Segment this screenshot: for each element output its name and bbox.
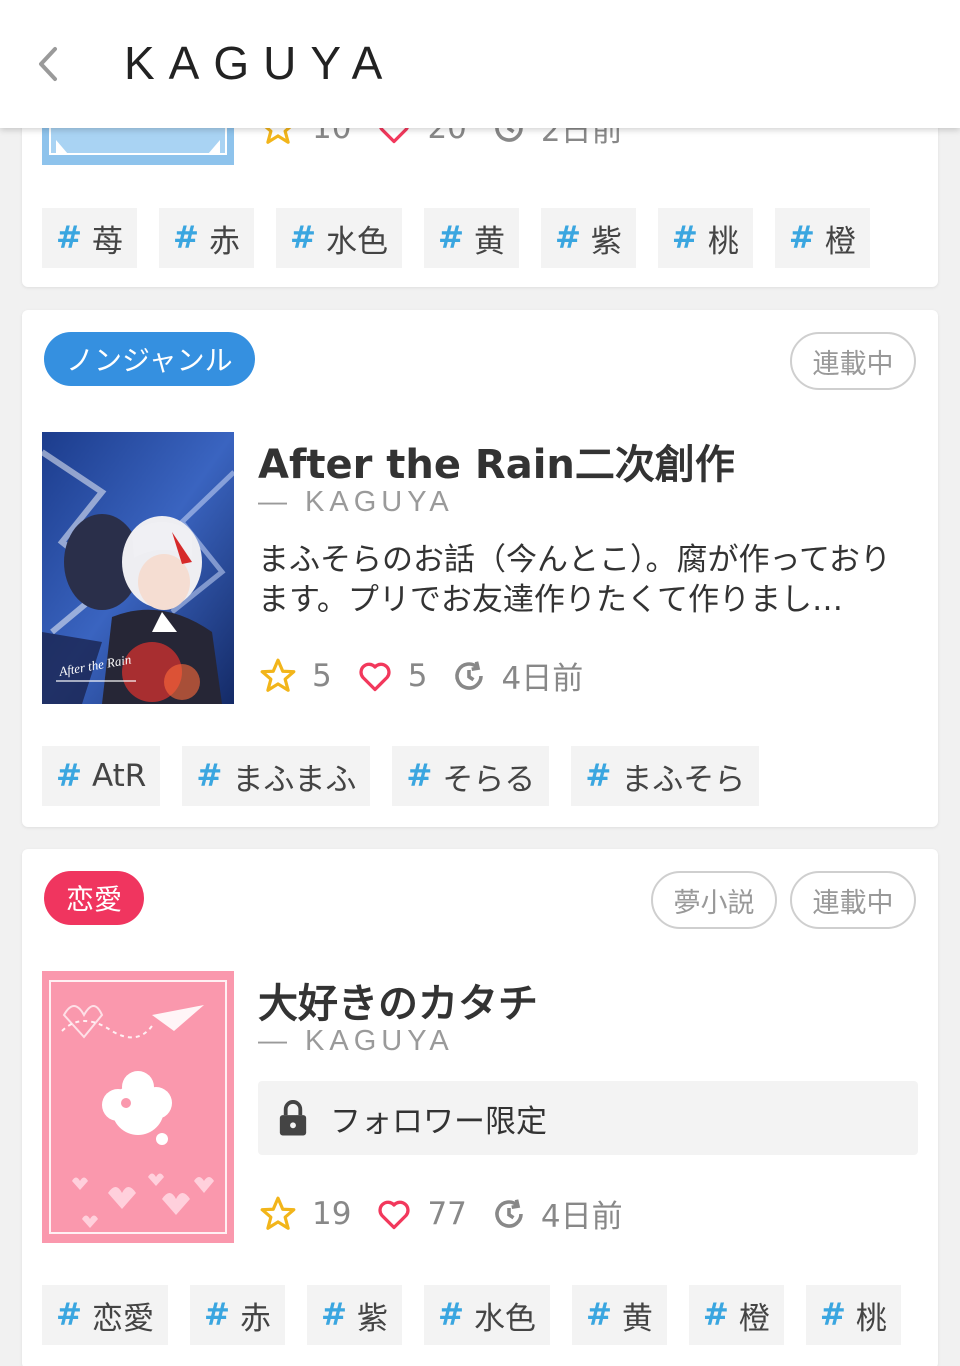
tag[interactable]: # 黄 [571,1285,667,1345]
tag-list: # 苺 # 赤 # 水色 # 黄 # 紫 # 桃 # 橙 [42,208,892,268]
tag[interactable]: # 苺 [42,208,137,268]
tag-list: # 恋愛 # 赤 # 紫 # 水色 # 黄 # 橙 # 桃 [42,1285,923,1345]
updated-time: 4日前 [540,1199,623,1235]
tag[interactable]: # 水色 [423,1285,550,1345]
chevron-left-icon [39,47,57,81]
heart-icon [378,1200,410,1229]
tag[interactable]: # AtR [42,746,161,806]
cover-image: After the Rain [42,432,234,704]
tag[interactable]: # 桃 [805,1285,901,1345]
work-stats: 5 5 4日前 [258,653,607,698]
back-button[interactable] [26,38,70,90]
genre-badge[interactable]: 恋愛 [44,871,145,925]
status-badge: 連載中 [790,871,916,929]
history-icon [455,660,484,690]
tag[interactable]: # 紫 [540,208,636,268]
lock-icon [279,1100,307,1136]
status-badge: 連載中 [790,332,916,390]
work-card[interactable]: 恋愛 夢小説 連載中 大好きのカタチ — KAGUYA フォロワー限定 19 7… [22,849,938,1366]
genre-badge[interactable]: ノンジャンル [44,332,255,386]
tag[interactable]: # 黄 [423,208,519,268]
category-badge: 夢小説 [651,871,777,929]
work-title[interactable]: 大好きのカタチ [258,971,538,1029]
heart-icon [359,662,391,691]
work-author[interactable]: — KAGUYA [258,486,454,519]
work-title[interactable]: After the Rain二次創作 [258,432,735,490]
tag[interactable]: # 恋愛 [42,1285,168,1345]
heart-count: 77 [427,1195,467,1232]
tag-list: # AtR # まふまふ # そらる # まふそら [42,746,781,806]
work-stats: 19 77 4日前 [258,1191,647,1236]
tag[interactable]: # 桃 [657,208,753,268]
tag[interactable]: # 橙 [774,208,870,268]
tag[interactable]: # 橙 [688,1285,784,1345]
tag[interactable]: # まふそら [571,746,760,806]
heart-count: 5 [407,657,428,694]
followers-only-notice: フォロワー限定 [258,1081,918,1155]
followers-only-label: フォロワー限定 [330,1103,547,1140]
header-title: KAGUYA [124,37,397,89]
tag[interactable]: # 赤 [189,1285,285,1345]
star-icon [260,1196,296,1230]
work-description: まふそらのお話（今んとこ）。腐が作っております。プリでお友達作りたくて作りまし… [258,542,892,618]
work-card[interactable]: ノンジャンル 連載中 After the Rain After the Rain… [22,310,938,827]
tag[interactable]: # そらる [392,746,550,806]
work-author[interactable]: — KAGUYA [258,1025,454,1058]
history-icon [495,1198,523,1228]
cover-image [42,971,234,1243]
tag[interactable]: # 赤 [158,208,254,268]
app-header: KAGUYA [0,0,960,128]
tag[interactable]: # 紫 [306,1285,402,1345]
tag[interactable]: # 水色 [275,208,402,268]
star-count: 5 [312,657,332,694]
updated-time: 4日前 [501,661,584,697]
star-count: 19 [312,1195,352,1232]
star-icon [260,658,296,692]
tag[interactable]: # まふまふ [182,746,371,806]
